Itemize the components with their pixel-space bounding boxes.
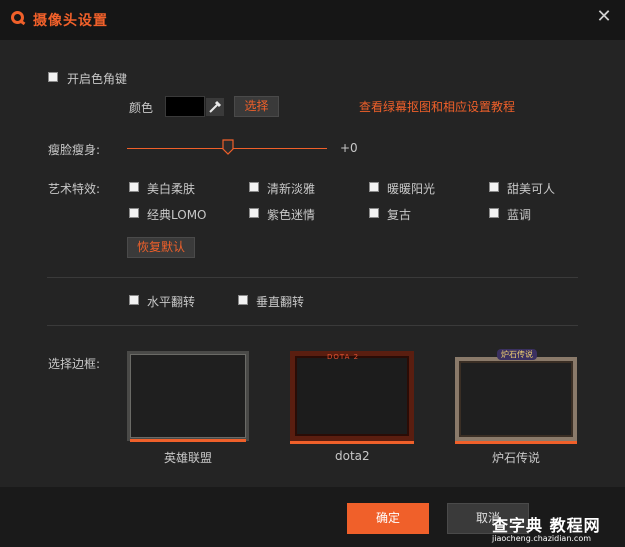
color-label: 颜色 (129, 101, 154, 115)
dota-banner: DOTA 2 (327, 353, 360, 361)
slim-value: +0 (340, 141, 358, 155)
slim-slider-thumb[interactable] (222, 139, 234, 155)
footer (0, 487, 625, 547)
close-icon[interactable]: ✕ (591, 6, 617, 28)
frame-dota2[interactable]: DOTA 2 (290, 351, 414, 444)
frame-lol[interactable] (127, 351, 249, 442)
effect-label: 暖暖阳光 (387, 182, 436, 196)
color-swatch[interactable] (165, 96, 205, 117)
slim-label: 瘦脸瘦身: (48, 143, 101, 157)
effect-checkbox[interactable] (129, 208, 139, 218)
frame-underline (455, 441, 577, 444)
effect-label: 紫色迷情 (267, 208, 316, 222)
frame-select-label: 选择边框: (48, 357, 101, 371)
frame-underline (290, 441, 414, 444)
effect-checkbox[interactable] (489, 208, 499, 218)
select-color-button[interactable]: 选择 (234, 96, 279, 117)
flip-vertical-checkbox[interactable] (238, 295, 248, 305)
frame-hearthstone[interactable]: 炉石传说 (455, 349, 577, 444)
effect-checkbox[interactable] (249, 208, 259, 218)
chroma-tutorial-link[interactable]: 查看绿幕抠图和相应设置教程 (359, 98, 515, 115)
frame-label: dota2 (335, 449, 370, 463)
eyedropper-icon[interactable] (206, 98, 224, 116)
effect-label: 经典LOMO (147, 208, 207, 222)
effect-checkbox[interactable] (129, 182, 139, 192)
window-title: 摄像头设置 (33, 13, 108, 29)
effect-label: 美白柔肤 (147, 182, 196, 196)
flip-vertical-label: 垂直翻转 (256, 295, 305, 309)
effect-label: 清新淡雅 (267, 182, 316, 196)
ok-button[interactable]: 确定 (347, 503, 429, 534)
frame-label: 英雄联盟 (164, 451, 213, 465)
frame-label: 炉石传说 (492, 451, 541, 465)
effect-checkbox[interactable] (369, 182, 379, 192)
cancel-button[interactable]: 取消 (447, 503, 529, 534)
app-logo-icon (11, 11, 24, 24)
divider (47, 277, 578, 278)
effect-label: 复古 (387, 208, 412, 222)
effect-label: 甜美可人 (507, 182, 556, 196)
art-effects-label: 艺术特效: (48, 182, 101, 196)
title-bar: 摄像头设置 ✕ (0, 0, 625, 40)
effect-checkbox[interactable] (489, 182, 499, 192)
effect-checkbox[interactable] (249, 182, 259, 192)
effect-label: 蓝调 (507, 208, 532, 222)
divider (47, 325, 578, 326)
flip-horizontal-label: 水平翻转 (147, 295, 196, 309)
hearthstone-banner: 炉石传说 (497, 349, 537, 360)
chroma-key-checkbox[interactable] (48, 72, 58, 82)
reset-default-button[interactable]: 恢复默认 (127, 237, 195, 258)
flip-horizontal-checkbox[interactable] (129, 295, 139, 305)
chroma-key-label: 开启色角键 (67, 72, 128, 86)
frame-selected-underline (130, 439, 246, 442)
effect-checkbox[interactable] (369, 208, 379, 218)
